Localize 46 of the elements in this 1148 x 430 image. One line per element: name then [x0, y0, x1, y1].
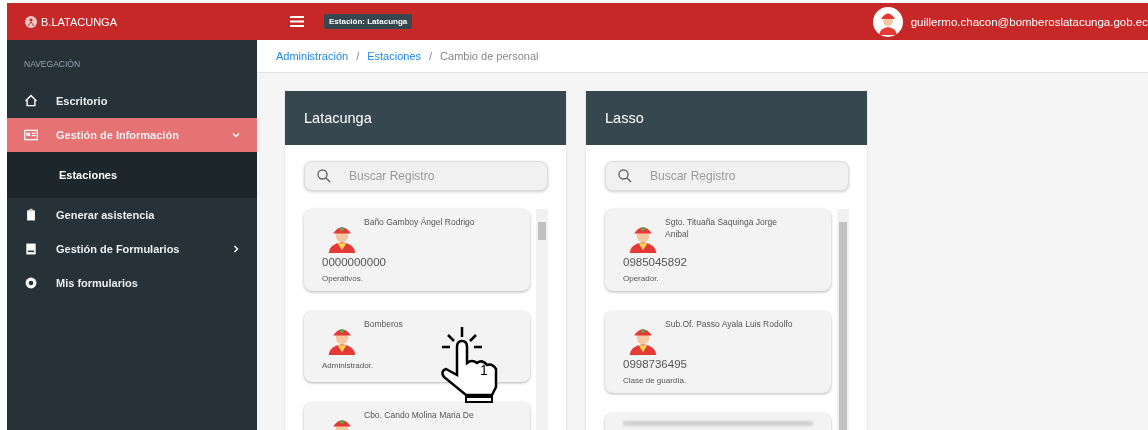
- person-name: Cbo. Cando Molina Maria De: [364, 409, 474, 421]
- clipboard-icon: [24, 208, 38, 222]
- search-field[interactable]: Buscar Registro: [605, 161, 849, 191]
- station-badge: Estación: Latacunga: [324, 14, 413, 29]
- personnel-card[interactable]: Cbo. Cando Molina Maria De: [304, 402, 530, 430]
- chevron-icon: [232, 245, 240, 253]
- sidebar-item[interactable]: Gestión de Formularios: [7, 232, 257, 266]
- personnel-card[interactable]: Baño Gamboy Ángel Rodrigo 0000000000 Operativos.: [304, 209, 530, 291]
- phone-number: 0998736495: [623, 358, 687, 370]
- nav-heading: NAVEGACIÓN: [23, 58, 82, 71]
- phone-number: 0985045892: [623, 256, 687, 268]
- scrollbar[interactable]: [837, 209, 849, 430]
- person-role: Operativos.: [322, 274, 363, 283]
- user-email[interactable]: guillermo.chacon@bomberoslatacunga.gob.ec: [910, 15, 1148, 28]
- panel-header: Latacunga: [285, 91, 566, 145]
- user-avatar-icon[interactable]: [872, 6, 903, 37]
- search-field[interactable]: Buscar Registro: [304, 161, 548, 191]
- card-icon: [24, 128, 38, 142]
- scrollbar[interactable]: [536, 209, 548, 430]
- breadcrumb-current: Cambio de personal: [440, 50, 539, 62]
- logo-icon: [25, 15, 37, 28]
- person-name: Sub.Of. Passo Ayala Luis Rodolfo: [665, 318, 793, 330]
- breadcrumb-separator: /: [356, 50, 360, 62]
- brand-name[interactable]: B.LATACUNGA: [41, 15, 117, 28]
- menu-icon[interactable]: [290, 16, 304, 27]
- person-name: Sgto. Tituaña Saquinga Jorge Anibal: [665, 216, 778, 240]
- book-icon: [24, 242, 38, 256]
- person-name: Bomberos: [364, 318, 403, 330]
- chevron-icon: [232, 131, 240, 139]
- person-role: Administrador.: [322, 361, 374, 370]
- person-role: Clase de guardía.: [623, 376, 687, 385]
- sidebar-item[interactable]: Escritorio: [7, 84, 257, 118]
- breadcrumb-link[interactable]: Estaciones: [367, 50, 421, 62]
- personnel-card[interactable]: Sub.Of. Passo Ayala Luis Rodolfo 0998736495 Clase de guardía.: [605, 311, 831, 393]
- sidebar-item[interactable]: Mis formularios: [7, 266, 257, 300]
- home-icon: [24, 94, 38, 108]
- panel-header: Lasso: [586, 91, 867, 145]
- phone-number: 0000000000: [322, 256, 386, 268]
- breadcrumb-link[interactable]: Administración: [276, 50, 349, 62]
- personnel-card[interactable]: Sgto. Tituaña Saquinga Jorge Anibal 0985045892 Operador.: [605, 209, 831, 291]
- person-role: Operador.: [623, 274, 659, 283]
- breadcrumb-separator: /: [429, 50, 433, 62]
- annotation-number: 1: [480, 363, 488, 377]
- sidebar-item[interactable]: Generar asistencia: [7, 198, 257, 232]
- person-name: Baño Gamboy Ángel Rodrigo: [364, 216, 475, 228]
- lifebuoy-icon: [24, 276, 38, 290]
